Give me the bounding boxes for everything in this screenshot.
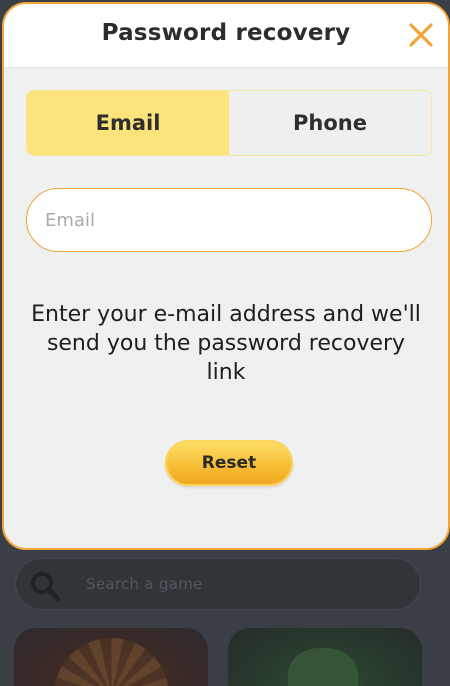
modal-title: Password recovery bbox=[101, 20, 351, 46]
close-icon bbox=[409, 23, 433, 47]
game-card[interactable] bbox=[228, 628, 422, 686]
recovery-method-tabs: Email Phone bbox=[26, 90, 432, 156]
search-icon bbox=[31, 572, 61, 602]
modal-header: Password recovery bbox=[4, 4, 448, 68]
tab-phone[interactable]: Phone bbox=[229, 91, 431, 155]
tab-email[interactable]: Email bbox=[27, 91, 229, 155]
game-search-bar[interactable]: Search a game bbox=[15, 558, 421, 610]
email-input[interactable] bbox=[26, 188, 432, 252]
reset-button[interactable]: Reset bbox=[165, 440, 293, 486]
password-recovery-modal: Password recovery Email Phone Enter your… bbox=[2, 2, 450, 550]
close-button[interactable] bbox=[404, 18, 438, 52]
search-placeholder: Search a game bbox=[86, 575, 203, 593]
instructions-text: Enter your e-mail address and we'll send… bbox=[31, 302, 421, 385]
game-card[interactable] bbox=[14, 628, 208, 686]
